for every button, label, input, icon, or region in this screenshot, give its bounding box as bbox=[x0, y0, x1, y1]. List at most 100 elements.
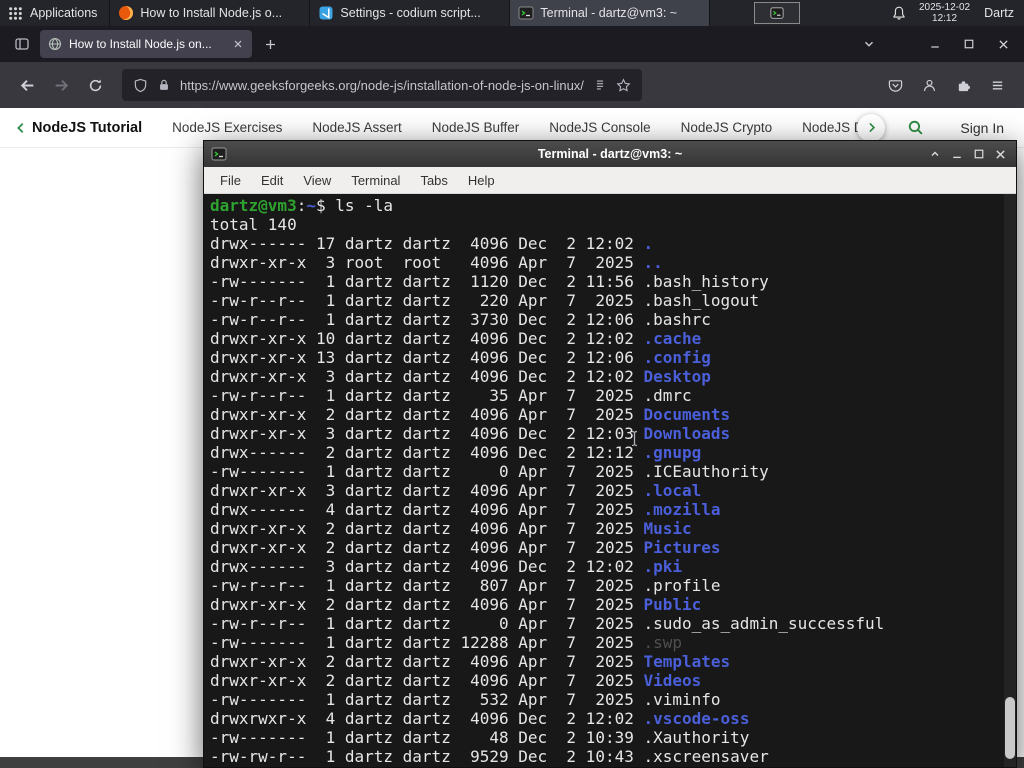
new-tab-button[interactable] bbox=[264, 38, 277, 51]
applications-icon bbox=[9, 6, 22, 20]
gfg-nav-item[interactable]: NodeJS Buffer bbox=[432, 120, 520, 135]
clock-time: 12:12 bbox=[932, 13, 958, 24]
terminal-window-controls bbox=[926, 145, 1009, 163]
firefox-view-icon[interactable] bbox=[14, 36, 30, 52]
menu-help[interactable]: Help bbox=[458, 173, 505, 188]
gfg-nav-item[interactable]: NodeJS Tutorial bbox=[32, 120, 142, 136]
menu-icon[interactable] bbox=[980, 69, 1014, 101]
notifications-bell-icon[interactable] bbox=[891, 5, 907, 21]
chevron-down-icon bbox=[865, 41, 873, 47]
panel-clock[interactable]: 2025-12-02 12:12 bbox=[919, 2, 970, 24]
forward-arrow-icon bbox=[55, 79, 68, 91]
terminal-titlebar[interactable]: Terminal - dartz@vm3: ~ bbox=[204, 141, 1016, 167]
terminal-icon bbox=[770, 7, 784, 19]
browser-tab[interactable]: How to Install Node.js on... bbox=[40, 30, 252, 58]
tab-title: How to Install Node.js on... bbox=[69, 37, 212, 51]
terminal-output[interactable]: dartz@vm3:~$ ls -la total 140 drwx------ 1… bbox=[204, 194, 1016, 767]
clock-date: 2025-12-02 bbox=[918, 2, 971, 13]
terminal-line: drwxr-xr-x 2 dartz dartz 4096 Apr 7 2025… bbox=[210, 538, 721, 557]
window-minimize-button[interactable] bbox=[918, 26, 952, 62]
shade-button[interactable] bbox=[926, 145, 943, 163]
terminal-line: total 140 bbox=[210, 215, 297, 234]
codium-icon bbox=[319, 6, 333, 20]
gfg-nav-item[interactable]: NodeJS Exercises bbox=[172, 120, 282, 135]
taskbar-button-firefox[interactable]: How to Install Node.js o... bbox=[110, 0, 311, 26]
user-menu[interactable]: Dartz bbox=[984, 6, 1014, 20]
taskbar-button-codium[interactable]: Settings - codium script... bbox=[310, 0, 511, 26]
bookmark-star-icon[interactable] bbox=[616, 77, 631, 93]
applications-label: Applications bbox=[30, 6, 98, 20]
shield-icon[interactable] bbox=[133, 78, 148, 93]
taskbar-label: Terminal - dartz@vm3: ~ bbox=[540, 6, 678, 20]
panel-launcher-terminal[interactable] bbox=[754, 2, 801, 24]
scrollbar-thumb[interactable] bbox=[1005, 697, 1015, 759]
back-arrow-icon bbox=[20, 79, 33, 91]
reader-mode-icon[interactable] bbox=[593, 78, 607, 92]
tab-close-button[interactable] bbox=[232, 38, 244, 50]
terminal-line: -rw-r--r-- 1 dartz dartz 35 Apr 7 2025 .… bbox=[210, 386, 692, 405]
terminal-line: drwx------ 3 dartz dartz 4096 Dec 2 12:0… bbox=[210, 557, 683, 576]
forward-button[interactable] bbox=[44, 69, 78, 101]
gfg-nav-items: NodeJS Tutorial NodeJS Exercises NodeJS As… bbox=[32, 120, 873, 136]
terminal-line: dartz@vm3:~$ ls -la bbox=[210, 196, 394, 215]
terminal-line: -rw------- 1 dartz dartz 48 Dec 2 10:39 … bbox=[210, 728, 750, 747]
menu-file[interactable]: File bbox=[210, 173, 251, 188]
terminal-minimize-button[interactable] bbox=[948, 145, 965, 163]
url-text: https://www.geeksforgeeks.org/node-js/in… bbox=[180, 77, 584, 93]
terminal-line: drwxr-xr-x 2 dartz dartz 4096 Apr 7 2025… bbox=[210, 405, 731, 424]
terminal-line: drwxr-xr-x 2 dartz dartz 4096 Apr 7 2025… bbox=[210, 652, 731, 671]
terminal-line: drwxr-xr-x 3 root root 4096 Apr 7 2025 .… bbox=[210, 253, 663, 272]
nav-scroll-right-button[interactable] bbox=[857, 113, 886, 142]
terminal-line: drwxrwxr-x 4 dartz dartz 4096 Dec 2 12:0… bbox=[210, 709, 750, 728]
terminal-scrollbar[interactable] bbox=[1004, 194, 1016, 767]
terminal-line: -rw-r--r-- 1 dartz dartz 3730 Dec 2 12:0… bbox=[210, 310, 711, 329]
reload-button[interactable] bbox=[78, 69, 112, 101]
chevron-left-icon[interactable] bbox=[14, 121, 28, 135]
terminal-line: drwxr-xr-x 3 dartz dartz 4096 Dec 2 12:0… bbox=[210, 424, 731, 443]
gfg-nav-item[interactable]: NodeJS Console bbox=[549, 120, 650, 135]
firefox-icon bbox=[119, 6, 134, 20]
terminal-line: drwxr-xr-x 3 dartz dartz 4096 Dec 2 12:0… bbox=[210, 367, 711, 386]
terminal-line: drwxr-xr-x 13 dartz dartz 4096 Dec 2 12:… bbox=[210, 348, 711, 367]
minimize-icon bbox=[952, 156, 961, 159]
terminal-maximize-button[interactable] bbox=[970, 145, 987, 163]
lock-icon[interactable] bbox=[157, 78, 171, 92]
pocket-icon[interactable] bbox=[878, 69, 912, 101]
taskbar-label: How to Install Node.js o... bbox=[140, 6, 283, 20]
terminal-line: -rw-r--r-- 1 dartz dartz 220 Apr 7 2025 … bbox=[210, 291, 760, 310]
terminal-close-button[interactable] bbox=[992, 145, 1009, 163]
gfg-nav-item[interactable]: NodeJS Crypto bbox=[681, 120, 773, 135]
terminal-line: -rw------- 1 dartz dartz 12288 Apr 7 202… bbox=[210, 633, 683, 652]
terminal-lines: dartz@vm3:~$ ls -la total 140 drwx------ 1… bbox=[210, 196, 1002, 766]
sign-in-link[interactable]: Sign In bbox=[960, 120, 1004, 136]
menu-edit[interactable]: Edit bbox=[251, 173, 293, 188]
chevron-up-icon bbox=[931, 151, 938, 156]
window-maximize-button[interactable] bbox=[952, 26, 986, 62]
terminal-line: drwxr-xr-x 3 dartz dartz 4096 Apr 7 2025… bbox=[210, 481, 702, 500]
menu-view[interactable]: View bbox=[293, 173, 341, 188]
terminal-line: -rw-r--r-- 1 dartz dartz 0 Apr 7 2025 .s… bbox=[210, 614, 885, 633]
reload-icon bbox=[89, 79, 101, 91]
menu-terminal[interactable]: Terminal bbox=[341, 173, 410, 188]
url-bar[interactable]: https://www.geeksforgeeks.org/node-js/in… bbox=[122, 69, 642, 101]
terminal-line: drwxr-xr-x 2 dartz dartz 4096 Apr 7 2025… bbox=[210, 519, 692, 538]
terminal-line: -rw-rw-r-- 1 dartz dartz 9529 Dec 2 10:4… bbox=[210, 747, 769, 766]
list-tabs-button[interactable] bbox=[862, 37, 876, 51]
account-icon[interactable] bbox=[912, 69, 946, 101]
terminal-line: drwxr-xr-x 2 dartz dartz 4096 Apr 7 2025… bbox=[210, 671, 702, 690]
terminal-menubar: File Edit View Terminal Tabs Help bbox=[204, 167, 1016, 194]
extensions-icon[interactable] bbox=[946, 69, 980, 101]
window-close-button[interactable] bbox=[986, 26, 1020, 62]
terminal-line: drwx------ 2 dartz dartz 4096 Dec 2 12:1… bbox=[210, 443, 702, 462]
chevron-right-icon bbox=[869, 122, 875, 133]
taskbar-button-terminal[interactable]: Terminal - dartz@vm3: ~ bbox=[510, 0, 711, 26]
terminal-line: drwxr-xr-x 10 dartz dartz 4096 Dec 2 12:… bbox=[210, 329, 702, 348]
applications-button[interactable]: Applications bbox=[0, 0, 111, 26]
menu-tabs[interactable]: Tabs bbox=[410, 173, 457, 188]
terminal-title: Terminal - dartz@vm3: ~ bbox=[537, 147, 683, 161]
terminal-line: -rw------- 1 dartz dartz 532 Apr 7 2025 … bbox=[210, 690, 721, 709]
back-button[interactable] bbox=[10, 69, 44, 101]
gfg-nav-item[interactable]: NodeJS Assert bbox=[312, 120, 401, 135]
search-icon[interactable] bbox=[907, 119, 924, 136]
site-favicon bbox=[48, 37, 62, 51]
